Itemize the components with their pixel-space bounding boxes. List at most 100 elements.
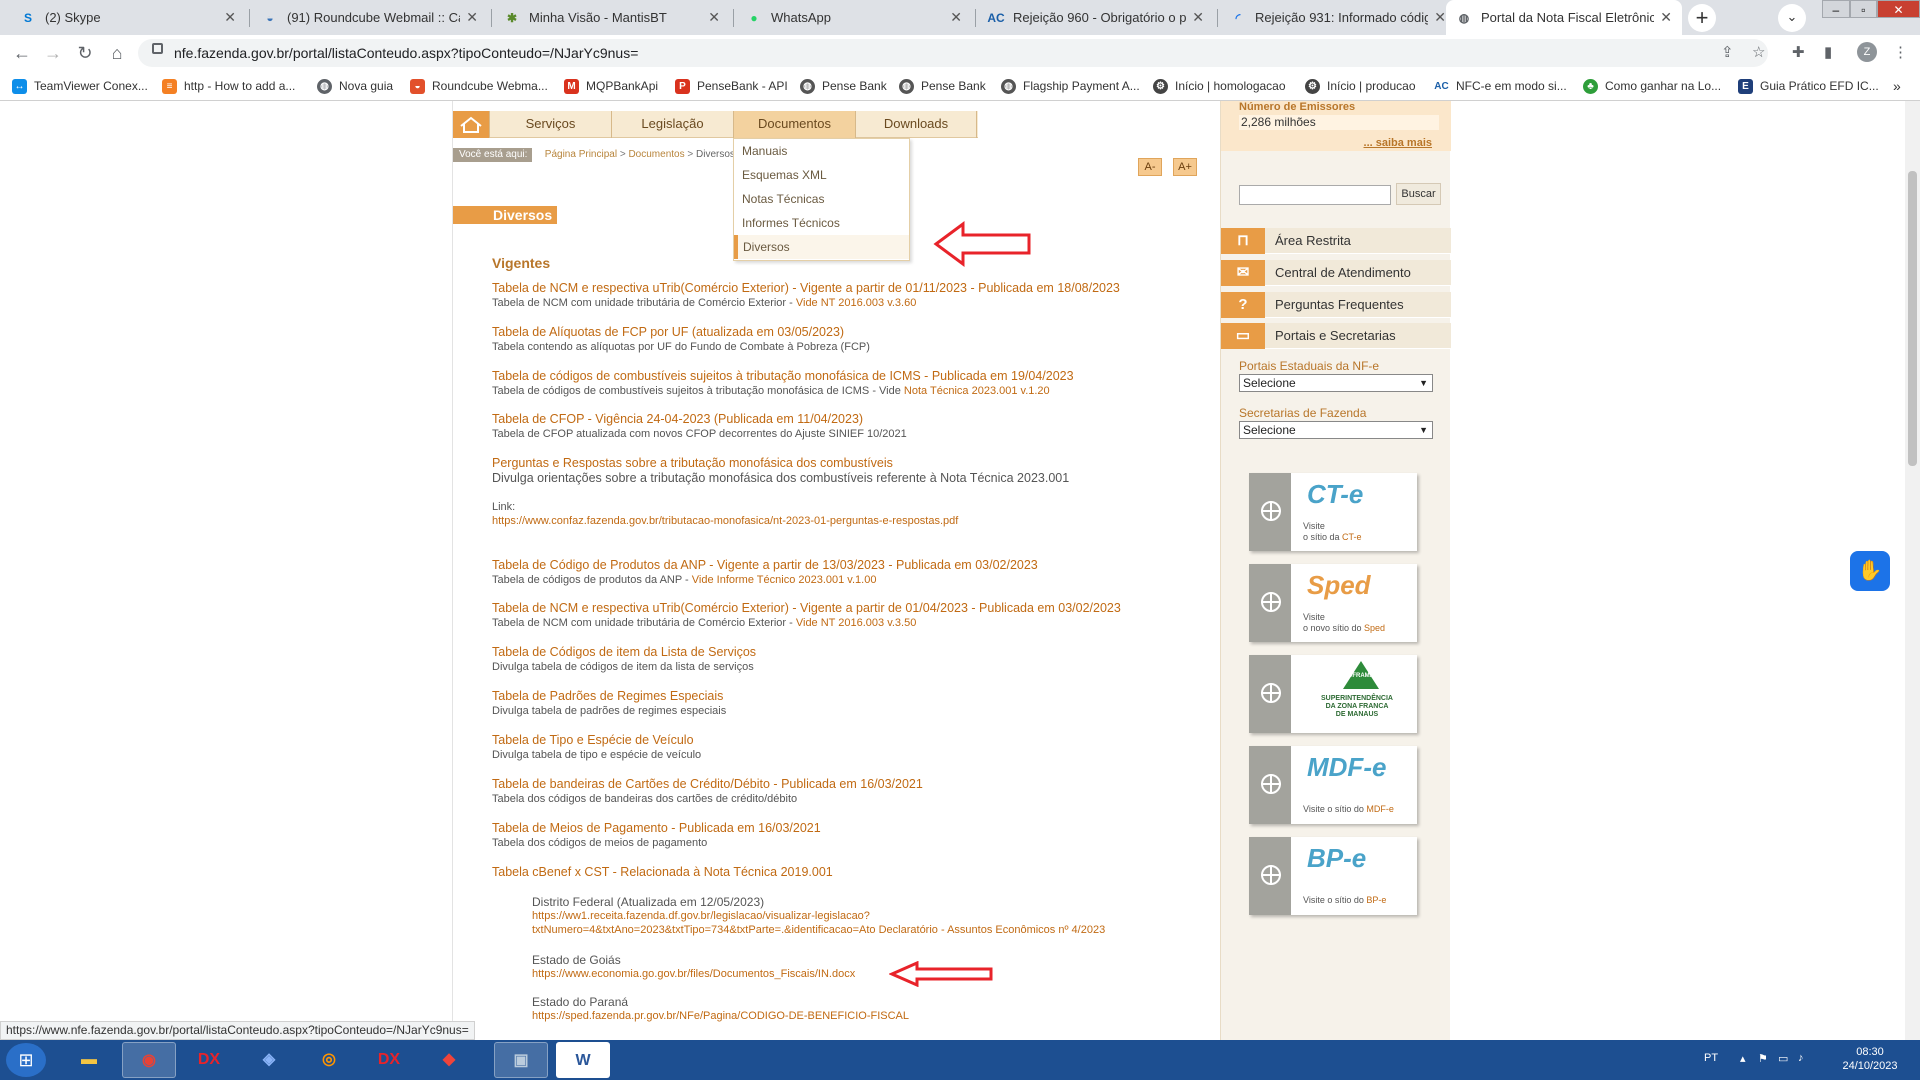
tab-search-button[interactable]: ⌄ bbox=[1778, 4, 1806, 32]
dropdown-notas-tecnicas[interactable]: Notas Técnicas bbox=[734, 187, 909, 211]
dropdown-diversos[interactable]: Diversos bbox=[734, 235, 909, 259]
item-link[interactable]: Tabela de códigos de combustíveis sujeit… bbox=[492, 369, 1192, 384]
firefox-icon[interactable]: ◎ bbox=[302, 1042, 356, 1078]
bookmark-nfce[interactable]: AC NFC-e em modo si... bbox=[1434, 78, 1567, 94]
dropdown-esquemas-xml[interactable]: Esquemas XML bbox=[734, 163, 909, 187]
item-url-link[interactable]: https://www.confaz.fazenda.gov.br/tribut… bbox=[492, 514, 1192, 528]
tab-portal-nfe[interactable]: ◍ Portal da Nota Fiscal Eletrônica ✕ bbox=[1446, 0, 1682, 35]
item-link[interactable]: Tabela de Código de Produtos da ANP - Vi… bbox=[492, 558, 1192, 573]
perguntas-frequentes-link[interactable]: ? Perguntas Frequentes bbox=[1221, 292, 1451, 318]
tab-mantis[interactable]: ✱ Minha Visão - MantisBT ✕ bbox=[494, 0, 730, 35]
cbenef-link[interactable]: https://www.economia.go.gov.br/files/Doc… bbox=[532, 967, 1232, 981]
nav-servicos[interactable]: Serviços bbox=[489, 111, 611, 138]
item-link[interactable]: Tabela de Alíquotas de FCP por UF (atual… bbox=[492, 325, 1192, 340]
item-link[interactable]: Tabela de Códigos de item da Lista de Se… bbox=[492, 645, 1192, 660]
portais-secretarias-link[interactable]: ▭ Portais e Secretarias bbox=[1221, 323, 1451, 349]
extensions-icon[interactable]: ✚ bbox=[1792, 43, 1805, 61]
item-link[interactable]: Tabela de Padrões de Regimes Especiais bbox=[492, 689, 1192, 704]
search-button[interactable]: Buscar bbox=[1396, 183, 1441, 205]
bookmark-nova-guia[interactable]: ◍ Nova guia bbox=[317, 78, 393, 94]
item-link[interactable]: Tabela de NCM e respectiva uTrib(Comérci… bbox=[492, 281, 1192, 296]
banner-cte[interactable]: CT-e Visite o sítio da CT-e bbox=[1249, 473, 1417, 551]
item-ref-link[interactable]: Vide NT 2016.003 v.3.50 bbox=[796, 617, 916, 629]
banner-sped[interactable]: Sped Visite o novo sítio do Sped bbox=[1249, 564, 1417, 642]
dx-icon[interactable]: DX bbox=[362, 1042, 416, 1078]
dropdown-manuais[interactable]: Manuais bbox=[734, 139, 909, 163]
anydesk-icon[interactable]: ◆ bbox=[422, 1042, 476, 1078]
new-tab-button[interactable]: + bbox=[1688, 4, 1716, 32]
close-tab-icon[interactable]: ✕ bbox=[708, 9, 720, 26]
menu-icon[interactable]: ⋮ bbox=[1893, 43, 1908, 61]
home-button[interactable]: ⌂ bbox=[105, 41, 129, 65]
reload-button[interactable]: ↻ bbox=[73, 41, 97, 65]
cbenef-link-cont[interactable]: txtNumero=4&txtAno=2023&txtTipo=734&txtP… bbox=[532, 923, 1232, 937]
bookmark-homologacao[interactable]: ⚙ Início | homologacao bbox=[1153, 78, 1286, 94]
breadcrumb-home[interactable]: Página Principal bbox=[545, 149, 617, 160]
close-tab-icon[interactable]: ✕ bbox=[1192, 9, 1204, 26]
area-restrita-link[interactable]: ⊓ Área Restrita bbox=[1221, 228, 1451, 254]
bookmark-producao[interactable]: ⚙ Início | producao bbox=[1305, 78, 1416, 94]
bookmark-pense-bank-2[interactable]: ◍ Pense Bank bbox=[899, 78, 986, 94]
item-link[interactable]: Tabela de Meios de Pagamento - Publicada… bbox=[492, 821, 1192, 836]
database-icon[interactable]: ◈ bbox=[242, 1042, 296, 1078]
scrollbar-thumb[interactable] bbox=[1908, 171, 1917, 466]
chrome-icon[interactable]: ◉ bbox=[122, 1042, 176, 1078]
bookmark-pense-bank-1[interactable]: ◍ Pense Bank bbox=[800, 78, 887, 94]
remote-desktop-icon[interactable]: ▣ bbox=[494, 1042, 548, 1078]
close-tab-icon[interactable]: ✕ bbox=[466, 9, 478, 26]
nav-legislacao[interactable]: Legislação bbox=[611, 111, 733, 138]
start-button[interactable]: ⊞ bbox=[6, 1043, 46, 1077]
volume-icon[interactable]: ♪ bbox=[1798, 1052, 1804, 1064]
bookmark-roundcube[interactable]: ◒ Roundcube Webma... bbox=[410, 78, 548, 94]
dropdown-informes-tecnicos[interactable]: Informes Técnicos bbox=[734, 211, 909, 235]
tab-roundcube[interactable]: ◒ (91) Roundcube Webmail :: Caixa ✕ bbox=[252, 0, 488, 35]
avatar[interactable]: Z bbox=[1857, 42, 1877, 62]
saiba-mais-link[interactable]: ... saiba mais bbox=[1364, 137, 1432, 149]
language-indicator[interactable]: PT bbox=[1704, 1052, 1718, 1064]
tab-rejeicao-960[interactable]: AC Rejeição 960 - Obrigatório o prec ✕ bbox=[978, 0, 1214, 35]
close-tab-icon[interactable]: ✕ bbox=[224, 9, 236, 26]
bookmark-pensebank-api[interactable]: P PenseBank - API bbox=[675, 78, 788, 94]
cbenef-link[interactable]: https://ww1.receita.fazenda.df.gov.br/le… bbox=[532, 909, 1232, 923]
sidepanel-icon[interactable]: ▮ bbox=[1824, 43, 1832, 61]
close-tab-icon[interactable]: ✕ bbox=[1434, 9, 1446, 26]
item-link[interactable]: Perguntas e Respostas sobre a tributação… bbox=[492, 456, 1192, 471]
item-link[interactable]: Tabela de bandeiras de Cartões de Crédit… bbox=[492, 777, 1192, 792]
bookmark-mqpbankapi[interactable]: M MQPBankApi bbox=[564, 78, 658, 94]
tab-whatsapp[interactable]: ● WhatsApp ✕ bbox=[736, 0, 972, 35]
cbenef-link[interactable]: https://sped.fazenda.pr.gov.br/NFe/Pagin… bbox=[532, 1009, 1232, 1023]
dx-icon[interactable]: DX bbox=[182, 1042, 236, 1078]
bookmark-loteria[interactable]: ♣ Como ganhar na Lo... bbox=[1583, 78, 1721, 94]
home-icon[interactable] bbox=[453, 111, 489, 138]
bookmark-stackoverflow[interactable]: ≡ http - How to add a... bbox=[162, 78, 295, 94]
breadcrumb-documentos[interactable]: Documentos bbox=[628, 149, 684, 160]
item-link[interactable]: Tabela cBenef x CST - Relacionada à Nota… bbox=[492, 865, 1192, 880]
lock-icon[interactable] bbox=[152, 43, 163, 54]
font-increase-button[interactable]: A+ bbox=[1173, 158, 1197, 176]
share-icon[interactable]: ⇪ bbox=[1721, 43, 1734, 61]
explorer-icon[interactable]: ▬ bbox=[62, 1042, 116, 1078]
nav-documentos[interactable]: Documentos bbox=[733, 111, 855, 138]
forward-button[interactable]: → bbox=[41, 41, 65, 65]
flag-icon[interactable]: ⚑ bbox=[1758, 1052, 1768, 1065]
maximize-button[interactable]: ▫ bbox=[1849, 0, 1878, 18]
page-scrollbar[interactable] bbox=[1905, 101, 1920, 1040]
network-icon[interactable]: ▭ bbox=[1778, 1052, 1788, 1065]
item-ref-link[interactable]: Vide Informe Técnico 2023.001 v.1.00 bbox=[692, 574, 877, 586]
portais-select[interactable]: Selecione ▼ bbox=[1239, 374, 1433, 392]
secretarias-select[interactable]: Selecione ▼ bbox=[1239, 421, 1433, 439]
item-ref-link[interactable]: Vide NT 2016.003 v.3.60 bbox=[796, 297, 916, 309]
tab-rejeicao-931[interactable]: ◜ Rejeição 931: Informado código ✕ bbox=[1220, 0, 1456, 35]
font-decrease-button[interactable]: A- bbox=[1138, 158, 1162, 176]
item-link[interactable]: Tabela de Tipo e Espécie de Veículo bbox=[492, 733, 1192, 748]
accessibility-hand-icon[interactable]: ✋ bbox=[1850, 551, 1890, 591]
more-bookmarks-icon[interactable]: » bbox=[1893, 78, 1901, 94]
tab-skype[interactable]: S (2) Skype ✕ bbox=[10, 0, 246, 35]
nav-downloads[interactable]: Downloads bbox=[855, 111, 977, 138]
banner-mdfe[interactable]: MDF-e Visite o sítio do MDF-e bbox=[1249, 746, 1417, 824]
bookmark-teamviewer[interactable]: ↔ TeamViewer Conex... bbox=[12, 78, 148, 94]
central-atendimento-link[interactable]: ✉ Central de Atendimento bbox=[1221, 260, 1451, 286]
clock[interactable]: 08:30 24/10/2023 bbox=[1830, 1045, 1910, 1073]
item-ref-link[interactable]: Nota Técnica 2023.001 v.1.20 bbox=[904, 385, 1050, 397]
bookmark-flagship[interactable]: ◍ Flagship Payment A... bbox=[1001, 78, 1140, 94]
